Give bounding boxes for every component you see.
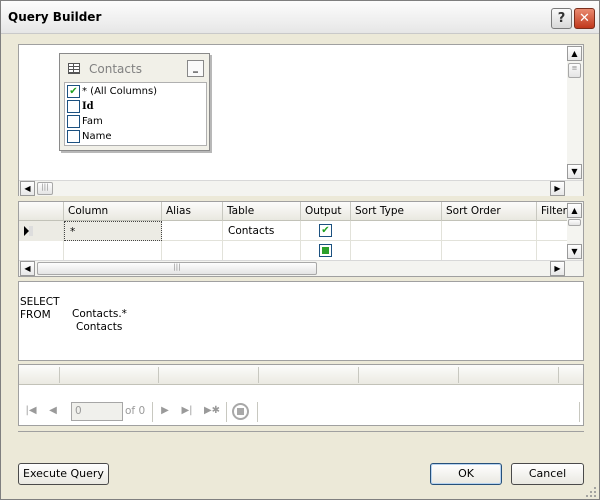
divider: [18, 431, 584, 432]
results-header: [19, 365, 583, 385]
table-widget-header[interactable]: Contacts _: [61, 56, 208, 80]
scroll-up-arrow-icon[interactable]: ▲: [567, 203, 582, 218]
title-bar[interactable]: Query Builder ? ✕: [1, 1, 599, 34]
table-widget-contacts[interactable]: Contacts _ ✔ * (All Columns) Id Fam Name: [59, 53, 210, 151]
diagram-horizontal-scrollbar[interactable]: ◀ ||| ▶: [19, 180, 583, 196]
column-label: Name: [82, 131, 112, 142]
row-selector[interactable]: [19, 241, 64, 261]
scroll-left-arrow-icon[interactable]: ◀: [20, 261, 35, 276]
resize-grip-icon[interactable]: [584, 485, 598, 499]
ok-button[interactable]: OK: [430, 463, 502, 485]
scroll-thumb[interactable]: |||: [37, 262, 317, 275]
scroll-down-arrow-icon[interactable]: ▼: [567, 244, 582, 259]
cell-output[interactable]: ✔: [301, 221, 351, 241]
cell-sort-type[interactable]: [351, 241, 442, 261]
column-header-sort-type[interactable]: Sort Type: [351, 202, 442, 221]
column-header-table[interactable]: Table: [223, 202, 301, 221]
cell-column[interactable]: *: [64, 221, 162, 241]
new-record-icon[interactable]: ▶✱: [202, 404, 222, 418]
cell-sort-order[interactable]: [442, 241, 537, 261]
next-record-icon[interactable]: ▶: [158, 404, 172, 418]
record-count-label: of 0: [125, 405, 146, 417]
scroll-thumb[interactable]: |||: [37, 182, 53, 195]
cell-alias[interactable]: [162, 221, 223, 241]
output-checkbox[interactable]: [319, 244, 332, 257]
criteria-grid[interactable]: Column Alias Table Output Sort Type Sort…: [18, 201, 584, 277]
table-column-list[interactable]: ✔ * (All Columns) Id Fam Name: [64, 82, 207, 146]
checkbox-id[interactable]: [67, 100, 80, 113]
sql-line: FROM Contacts: [20, 297, 220, 333]
table-grid-icon: [68, 63, 80, 74]
column-header-output[interactable]: Output: [301, 202, 351, 221]
scroll-left-arrow-icon[interactable]: ◀: [20, 181, 35, 196]
scroll-up-arrow-icon[interactable]: ▲: [567, 46, 582, 61]
checkbox-fam[interactable]: [67, 115, 80, 128]
execute-query-button[interactable]: Execute Query: [18, 463, 109, 485]
column-header-sort-order[interactable]: Sort Order: [442, 202, 537, 221]
grid-horizontal-scrollbar[interactable]: ◀ ||| ▶: [19, 260, 583, 276]
stop-icon[interactable]: [232, 403, 249, 420]
previous-record-icon[interactable]: ◀: [46, 404, 60, 418]
cell-table[interactable]: [223, 241, 301, 261]
column-item-name[interactable]: Name: [67, 130, 205, 145]
sql-line: SELECT Contacts.*: [20, 284, 220, 320]
scroll-thumb[interactable]: ≡: [568, 63, 581, 78]
table-widget-title: Contacts: [89, 62, 142, 76]
checkbox-name[interactable]: [67, 130, 80, 143]
last-record-icon[interactable]: ▶|: [180, 404, 194, 418]
table-minimize-button[interactable]: _: [187, 60, 204, 77]
grid-row[interactable]: [19, 241, 568, 261]
cell-alias[interactable]: [162, 241, 223, 261]
column-label: Id: [82, 101, 94, 112]
sql-keyword: FROM: [20, 309, 51, 321]
grid-vertical-scrollbar[interactable]: ▲ ▼: [567, 202, 583, 260]
column-label: * (All Columns): [82, 86, 158, 97]
close-button[interactable]: ✕: [574, 8, 595, 29]
grid-row[interactable]: * Contacts ✔: [19, 221, 568, 241]
scroll-right-arrow-icon[interactable]: ▶: [550, 181, 565, 196]
sql-value: Contacts: [76, 321, 123, 333]
cell-filter[interactable]: [537, 241, 568, 261]
cell-sort-order[interactable]: [442, 221, 537, 241]
query-builder-dialog: Query Builder ? ✕ Contacts _ ✔ * (All Co…: [0, 0, 600, 500]
scroll-down-arrow-icon[interactable]: ▼: [567, 164, 582, 179]
record-navigator: |◀ ◀ 0 of 0 ▶ ▶| ▶✱: [18, 398, 584, 426]
column-item-fam[interactable]: Fam: [67, 115, 205, 130]
cell-column[interactable]: [64, 241, 162, 261]
row-selector[interactable]: [19, 221, 64, 241]
cell-table[interactable]: Contacts: [223, 221, 301, 241]
diagram-pane[interactable]: Contacts _ ✔ * (All Columns) Id Fam Name…: [18, 44, 584, 196]
sql-pane[interactable]: SELECT Contacts.* FROM Contacts: [18, 281, 584, 361]
cell-filter[interactable]: [537, 221, 568, 241]
column-header-filter[interactable]: Filter: [537, 202, 568, 221]
scroll-thumb[interactable]: [568, 219, 581, 226]
column-item-all[interactable]: ✔ * (All Columns): [67, 85, 205, 100]
diagram-vertical-scrollbar[interactable]: ▲ ≡ ▼: [567, 45, 583, 180]
grid-header: Column Alias Table Output Sort Type Sort…: [19, 202, 568, 221]
column-label: Fam: [82, 116, 103, 127]
column-header-column[interactable]: Column: [64, 202, 162, 221]
column-item-id[interactable]: Id: [67, 100, 205, 115]
help-button[interactable]: ?: [551, 8, 572, 29]
record-position-input[interactable]: 0: [71, 402, 123, 421]
cell-sort-type[interactable]: [351, 221, 442, 241]
window-title: Query Builder: [8, 10, 102, 24]
column-header-alias[interactable]: Alias: [162, 202, 223, 221]
cell-output[interactable]: [301, 241, 351, 261]
first-record-icon[interactable]: |◀: [24, 404, 38, 418]
scroll-right-arrow-icon[interactable]: ▶: [550, 261, 565, 276]
cancel-button[interactable]: Cancel: [511, 463, 584, 485]
row-header-corner: [19, 202, 64, 221]
checkbox-all-columns[interactable]: ✔: [67, 85, 80, 98]
output-checkbox[interactable]: ✔: [319, 224, 332, 237]
